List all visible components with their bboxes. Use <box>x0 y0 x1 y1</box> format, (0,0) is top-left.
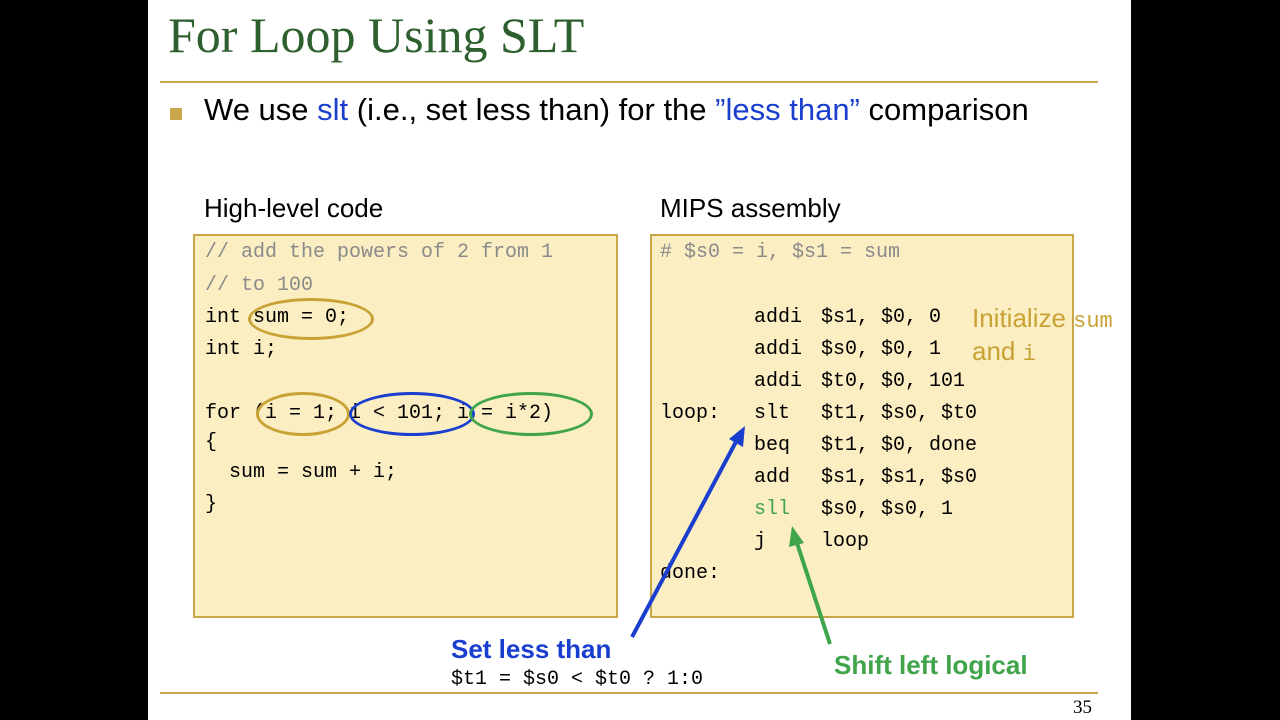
sll-arrow <box>794 539 832 645</box>
page-number: 35 <box>1073 697 1092 718</box>
slt-annotation-formula: $t1 = $s0 < $t0 ? 1:0 <box>451 668 704 691</box>
sll-annotation-title: Shift left logical <box>834 650 1028 680</box>
footer-divider <box>160 692 1098 694</box>
slide: For Loop Using SLT We use slt (i.e., set… <box>148 0 1131 720</box>
slt-arrow <box>630 437 740 638</box>
annotation-arrows <box>630 426 832 645</box>
slt-annotation-title: Set less than <box>451 634 612 664</box>
sll-arrowhead-icon <box>789 526 804 547</box>
